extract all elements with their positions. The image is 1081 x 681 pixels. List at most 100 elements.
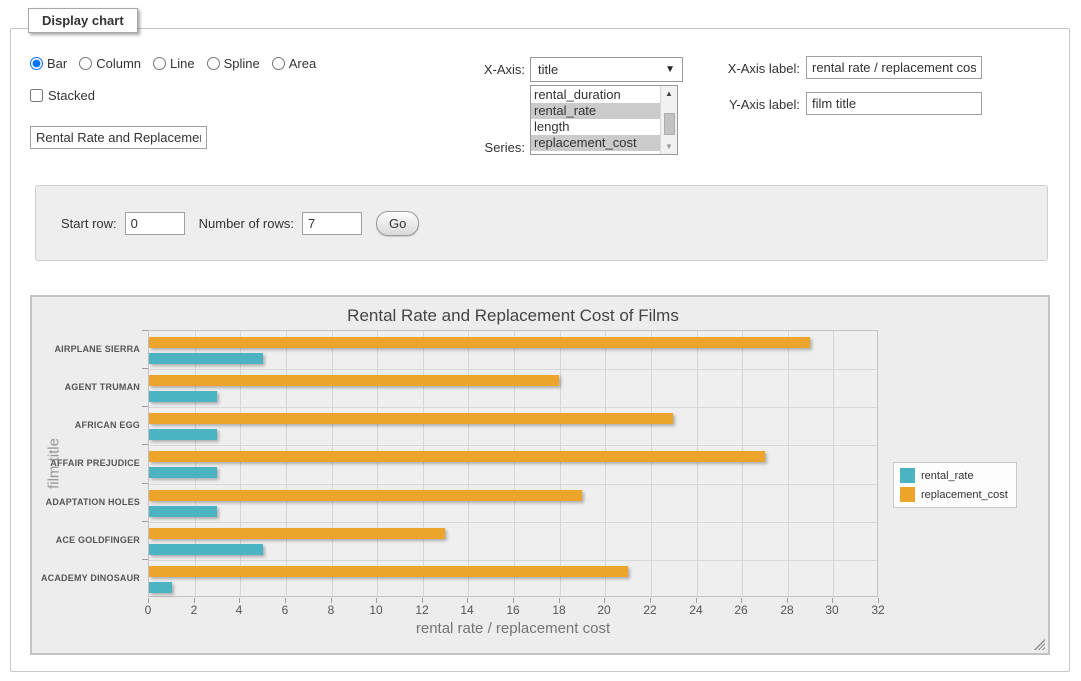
fieldset-legend: Display chart (28, 8, 138, 33)
x-tick-label: 12 (407, 603, 437, 617)
x-tick-label: 16 (498, 603, 528, 617)
bar-replacement_cost (149, 490, 582, 501)
radio-column[interactable]: Column (79, 56, 141, 71)
go-button-label: Go (389, 216, 406, 231)
start-row-label: Start row: (61, 216, 117, 231)
gridline-vertical (332, 331, 333, 598)
x-tick-label: 14 (452, 603, 482, 617)
legend-swatch-replacement_cost (900, 487, 915, 502)
x-tick-label: 0 (133, 603, 163, 617)
go-button[interactable]: Go (376, 211, 419, 236)
category-label: ACADEMY DINOSAUR (32, 573, 140, 583)
series-listbox-label: Series: (446, 140, 525, 155)
row-range-panel: Start row: Number of rows: Go (35, 185, 1048, 261)
gridline-vertical (560, 331, 561, 598)
category-label: ACE GOLDFINGER (32, 535, 140, 545)
scroll-down-icon[interactable]: ▼ (661, 139, 678, 154)
legend-row-rental_rate: rental_rate (900, 468, 1008, 483)
radio-spline[interactable]: Spline (207, 56, 260, 71)
gridline-vertical (651, 331, 652, 598)
x-tick-label: 32 (863, 603, 893, 617)
gridline-horizontal (149, 369, 879, 370)
resize-handle-icon[interactable] (1034, 639, 1045, 650)
radio-area[interactable]: Area (272, 56, 316, 71)
stacked-label: Stacked (48, 88, 95, 103)
legend-row-replacement_cost: replacement_cost (900, 487, 1008, 502)
chart-container: Rental Rate and Replacement Cost of Film… (30, 295, 1050, 655)
x-tick-label: 20 (589, 603, 619, 617)
radio-input-column[interactable] (79, 57, 92, 70)
x-axis-select[interactable]: title ▼ (530, 57, 683, 82)
series-option-length[interactable]: length (531, 119, 660, 135)
bar-rental_rate (149, 544, 263, 555)
gridline-vertical (286, 331, 287, 598)
radio-label: Area (289, 56, 316, 71)
number-of-rows-label: Number of rows: (199, 216, 294, 231)
gridline-vertical (697, 331, 698, 598)
stacked-checkbox-row: Stacked (30, 88, 95, 103)
gridline-vertical (468, 331, 469, 598)
bar-rental_rate (149, 582, 172, 593)
radio-input-bar[interactable] (30, 57, 43, 70)
scrollbar-thumb[interactable] (664, 113, 675, 135)
gridline-vertical (788, 331, 789, 598)
gridline-vertical (240, 331, 241, 598)
start-row-input[interactable] (125, 212, 185, 235)
legend-label: rental_rate (921, 470, 974, 482)
x-tick-label: 2 (179, 603, 209, 617)
gridline-vertical (423, 331, 424, 598)
x-axis-selected-value: title (538, 62, 558, 77)
x-axis-title: rental rate / replacement cost (148, 620, 878, 637)
y-tick-mark (142, 521, 148, 522)
chart-title: Rental Rate and Replacement Cost of Film… (148, 306, 878, 326)
number-of-rows-input[interactable] (302, 212, 362, 235)
bar-replacement_cost (149, 337, 810, 348)
category-label: AIRPLANE SIERRA (32, 344, 140, 354)
bar-rental_rate (149, 391, 217, 402)
radio-input-area[interactable] (272, 57, 285, 70)
x-tick-label: 30 (817, 603, 847, 617)
x-tick-label: 4 (224, 603, 254, 617)
x-tick-label: 8 (316, 603, 346, 617)
chevron-down-icon: ▼ (665, 64, 675, 75)
y-axis-label-input[interactable] (806, 92, 982, 115)
y-axis-title: film title (46, 394, 63, 534)
category-label: AGENT TRUMAN (32, 382, 140, 392)
series-options: rental_durationrental_ratelengthreplacem… (531, 86, 660, 154)
radio-label: Column (96, 56, 141, 71)
y-tick-mark (142, 559, 148, 560)
radio-input-line[interactable] (153, 57, 166, 70)
series-listbox[interactable]: rental_durationrental_ratelengthreplacem… (530, 85, 678, 155)
y-tick-mark (142, 330, 148, 331)
series-option-replacement_cost[interactable]: replacement_cost (531, 135, 660, 151)
radio-line[interactable]: Line (153, 56, 195, 71)
y-tick-mark (142, 483, 148, 484)
y-tick-mark (142, 444, 148, 445)
bar-replacement_cost (149, 451, 765, 462)
chart-type-radio-group: Bar Column Line Spline Area (30, 56, 316, 71)
bar-replacement_cost (149, 566, 628, 577)
gridline-vertical (605, 331, 606, 598)
x-tick-label: 26 (726, 603, 756, 617)
legend-label: replacement_cost (921, 489, 1008, 501)
x-tick-label: 22 (635, 603, 665, 617)
gridline-horizontal (149, 522, 879, 523)
y-tick-mark (142, 368, 148, 369)
listbox-scrollbar[interactable]: ▲ ▼ (660, 86, 677, 154)
series-option-rental_rate[interactable]: rental_rate (531, 103, 660, 119)
gridline-vertical (833, 331, 834, 598)
radio-bar[interactable]: Bar (30, 56, 67, 71)
x-tick-label: 18 (544, 603, 574, 617)
gridline-horizontal (149, 484, 879, 485)
series-option-rental_duration[interactable]: rental_duration (531, 87, 660, 103)
bar-rental_rate (149, 467, 217, 478)
gridline-horizontal (149, 560, 879, 561)
radio-label: Spline (224, 56, 260, 71)
legend-swatch-rental_rate (900, 468, 915, 483)
x-tick-label: 10 (361, 603, 391, 617)
x-axis-label-input[interactable] (806, 56, 982, 79)
scroll-up-icon[interactable]: ▲ (661, 86, 678, 101)
radio-input-spline[interactable] (207, 57, 220, 70)
stacked-checkbox[interactable] (30, 89, 43, 102)
chart-title-input[interactable] (30, 126, 207, 149)
